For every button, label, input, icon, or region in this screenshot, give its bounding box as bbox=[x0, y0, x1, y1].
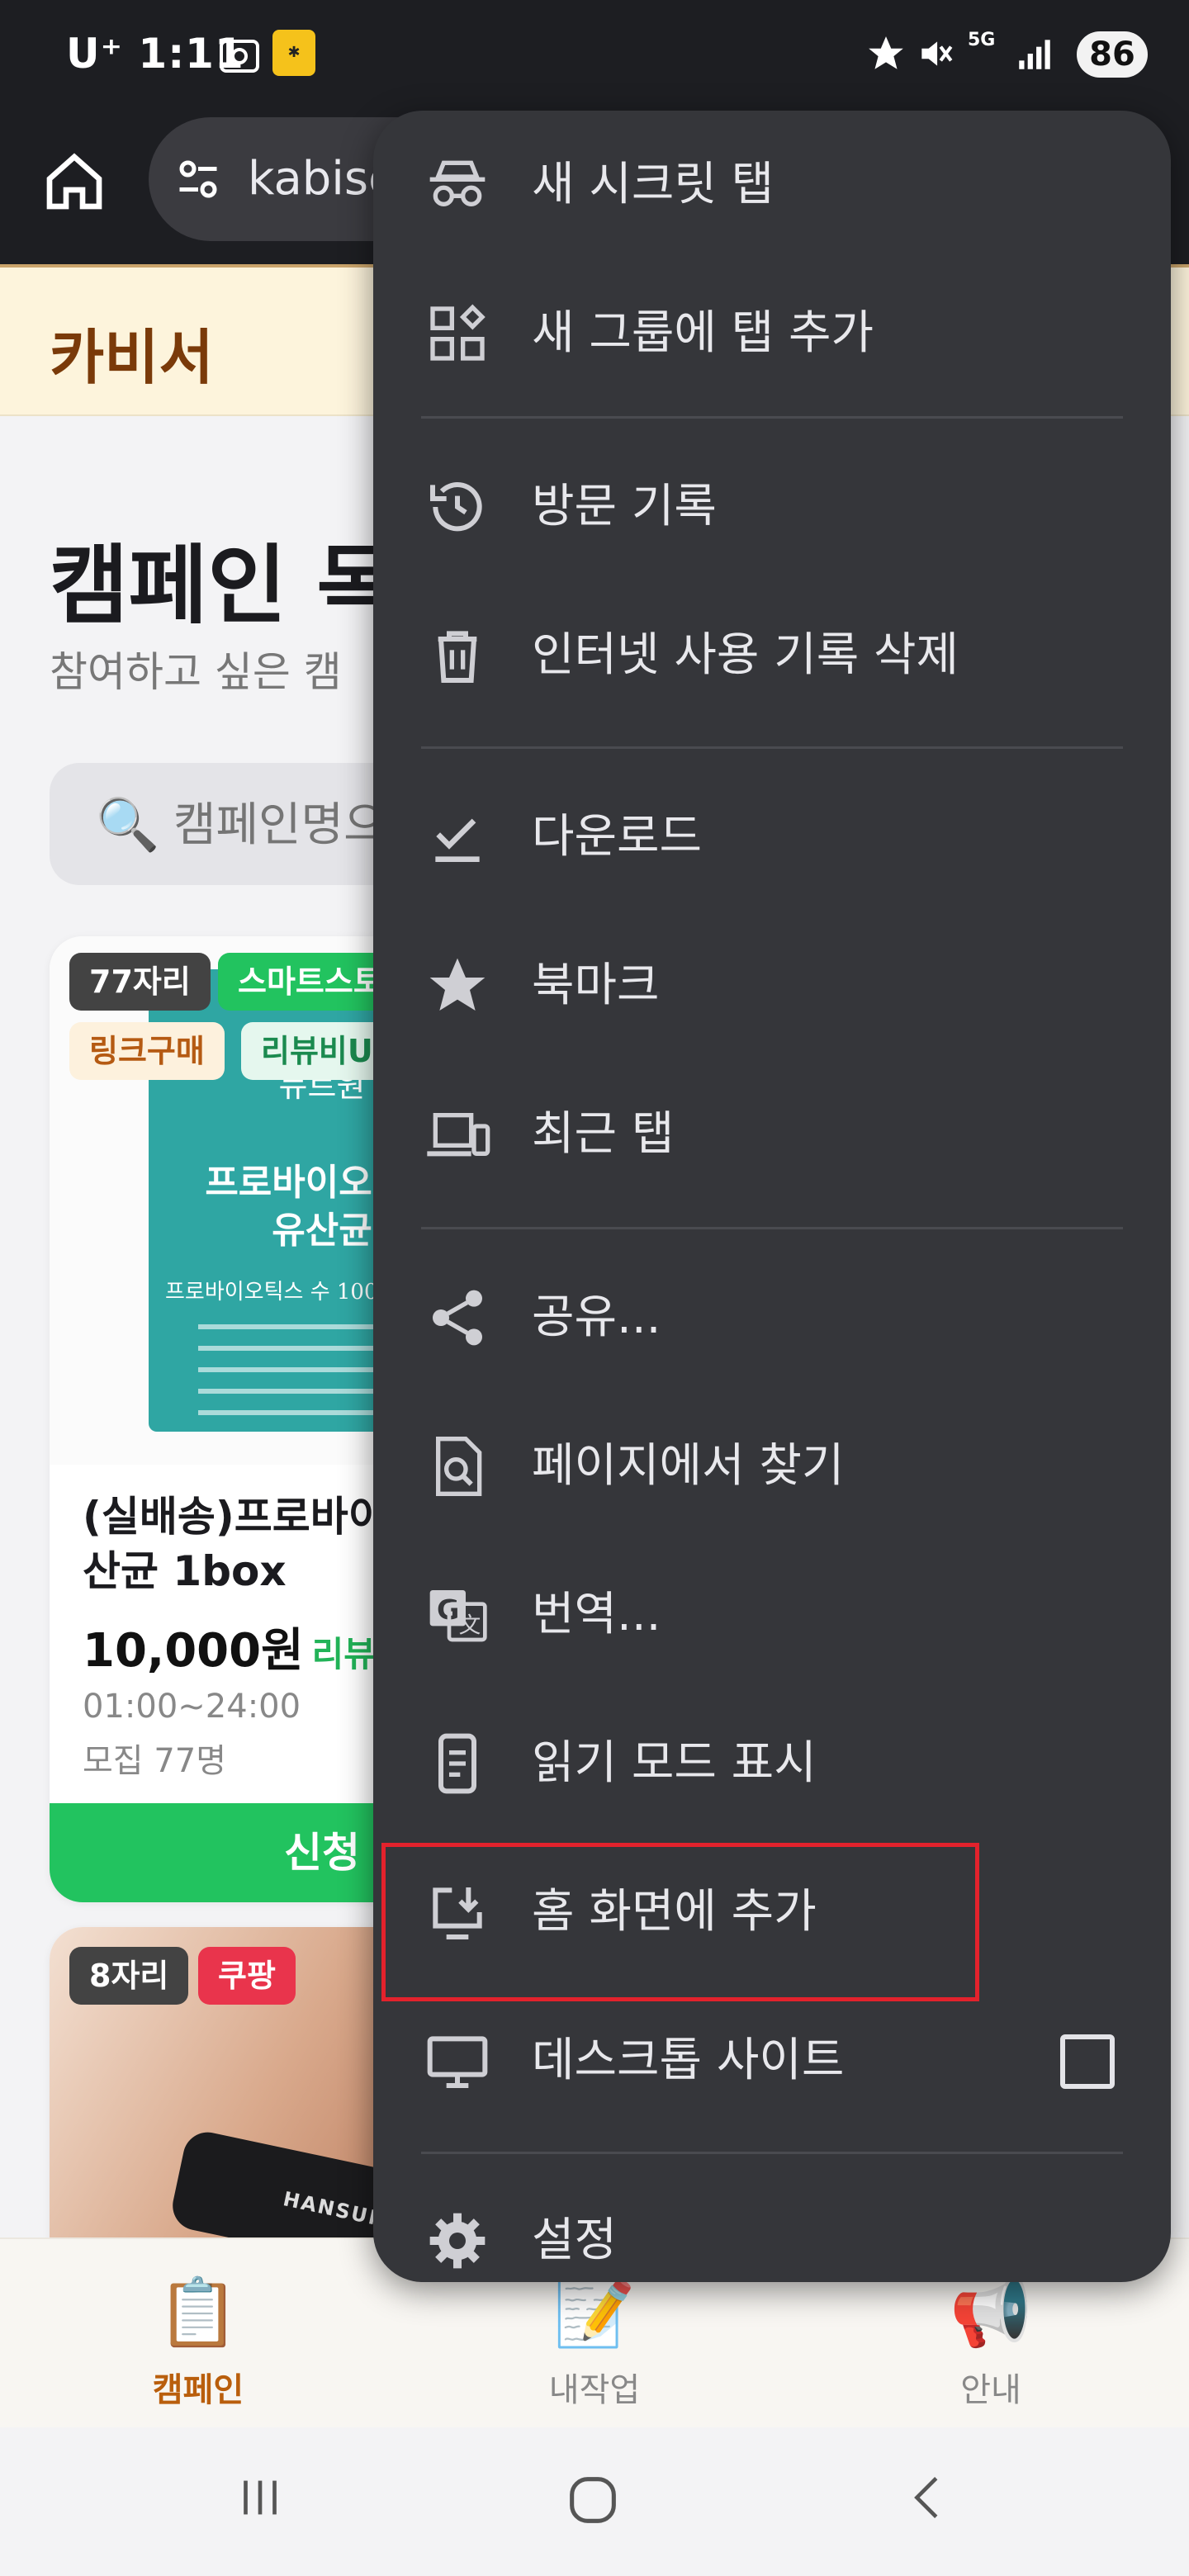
settings-icon bbox=[424, 2208, 490, 2274]
menu-divider bbox=[421, 2152, 1123, 2154]
menu-find-in-page[interactable]: 페이지에서 찾기 bbox=[373, 1392, 1171, 1541]
menu-bookmarks[interactable]: 북마크 bbox=[373, 912, 1171, 1060]
history-icon bbox=[424, 474, 490, 540]
nav-label: 내작업 bbox=[548, 2371, 641, 2409]
recents-icon bbox=[244, 2480, 277, 2515]
menu-label: 다운로드 bbox=[532, 810, 703, 864]
product-price: 10,000원 리뷰비 bbox=[83, 1613, 408, 1680]
megaphone-icon: 📢 bbox=[950, 2274, 1032, 2351]
home-button[interactable] bbox=[41, 149, 107, 215]
menu-divider bbox=[421, 746, 1123, 749]
recent-apps-button[interactable] bbox=[231, 2469, 289, 2530]
menu-history[interactable]: 방문 기록 bbox=[373, 433, 1171, 581]
site-settings-icon[interactable] bbox=[173, 154, 223, 207]
find-in-page-icon bbox=[424, 1433, 490, 1499]
svg-text:文: 文 bbox=[459, 1613, 481, 1639]
menu-share[interactable]: 공유... bbox=[373, 1243, 1171, 1392]
nav-label: 캠페인 bbox=[152, 2371, 244, 2409]
menu-desktop-site[interactable]: 데스크톱 사이트 bbox=[373, 1986, 1171, 2135]
home-icon bbox=[46, 153, 102, 210]
coupang-tag: 쿠팡 bbox=[198, 1947, 296, 2005]
menu-label: 데스크톱 사이트 bbox=[532, 2034, 845, 2087]
star-status-icon bbox=[865, 33, 907, 78]
menu-label: 최근 탭 bbox=[532, 1107, 675, 1161]
network-5g-icon: 5G bbox=[968, 30, 996, 50]
menu-downloads[interactable]: 다운로드 bbox=[373, 763, 1171, 912]
menu-clear-browsing-data[interactable]: 인터넷 사용 기록 삭제 bbox=[373, 581, 1171, 730]
memo-icon: 📝 bbox=[553, 2274, 636, 2351]
home-circle-icon bbox=[570, 2477, 616, 2523]
trash-icon bbox=[424, 623, 490, 689]
mute-icon bbox=[915, 33, 956, 78]
menu-label: 공유... bbox=[532, 1290, 661, 1344]
campaign-recruit: 모집 77명 bbox=[83, 1742, 227, 1780]
seats-tag: 8자리 bbox=[69, 1947, 189, 2005]
site-logo[interactable]: 카비서 bbox=[50, 309, 214, 395]
battery-indicator: 86 bbox=[1077, 31, 1148, 78]
search-icon: 🔍 bbox=[96, 794, 160, 855]
page-title: 캠페인 목 bbox=[50, 535, 396, 636]
home-system-button[interactable] bbox=[561, 2469, 624, 2535]
share-icon bbox=[424, 1285, 490, 1351]
desktop-site-checkbox[interactable] bbox=[1060, 2034, 1115, 2089]
reader-mode-icon bbox=[424, 1731, 490, 1797]
menu-label: 북마크 bbox=[532, 959, 660, 1012]
page-subtitle: 참여하고 싶은 캠 bbox=[50, 648, 342, 696]
link-purchase-tag: 링크구매 bbox=[69, 1022, 225, 1080]
menu-label: 페이지에서 찾기 bbox=[532, 1439, 845, 1493]
screenshot-icon bbox=[216, 33, 263, 83]
menu-settings[interactable]: 설정 bbox=[373, 2166, 1171, 2282]
signal-icon bbox=[1014, 33, 1055, 78]
menu-label: 인터넷 사용 기록 삭제 bbox=[532, 628, 959, 682]
price-value: 10,000원 bbox=[83, 1624, 304, 1678]
star-icon bbox=[424, 953, 490, 1019]
menu-label: 새 그룹에 탭 추가 bbox=[532, 306, 874, 360]
menu-new-incognito-tab[interactable]: 새 시크릿 탭 bbox=[373, 111, 1171, 259]
clipboard-icon: 📋 bbox=[157, 2274, 239, 2351]
back-icon bbox=[914, 2477, 938, 2518]
desktop-icon bbox=[424, 2028, 490, 2094]
devices-icon bbox=[424, 1101, 490, 1167]
nav-label: 안내 bbox=[960, 2371, 1021, 2409]
download-check-icon bbox=[424, 804, 490, 870]
translate-icon: G文 bbox=[424, 1582, 490, 1648]
nav-campaign[interactable]: 📋 캠페인 bbox=[0, 2239, 396, 2429]
menu-recent-tabs[interactable]: 최근 탭 bbox=[373, 1060, 1171, 1209]
menu-divider bbox=[421, 416, 1123, 419]
status-bar: U⁺ 1:11 ✱ 5G 86 bbox=[0, 0, 1189, 116]
menu-label: 방문 기록 bbox=[532, 480, 717, 533]
app-badge-icon: ✱ bbox=[272, 30, 315, 76]
highlight-box bbox=[381, 1843, 979, 2001]
box-subtitle: 프로바이오틱스 수 100억 bbox=[165, 1280, 398, 1305]
menu-label: 읽기 모드 표시 bbox=[532, 1736, 817, 1790]
menu-add-tab-to-group[interactable]: 새 그룹에 탭 추가 bbox=[373, 259, 1171, 408]
menu-reader-mode[interactable]: 읽기 모드 표시 bbox=[373, 1689, 1171, 1838]
menu-label: 번역... bbox=[532, 1588, 661, 1641]
seats-tag: 77자리 bbox=[69, 953, 211, 1011]
incognito-icon bbox=[424, 152, 490, 218]
menu-label: 새 시크릿 탭 bbox=[532, 158, 775, 211]
system-navigation bbox=[0, 2427, 1189, 2576]
menu-label: 설정 bbox=[532, 2214, 618, 2267]
review-fee-tag: 리뷰비U bbox=[241, 1022, 393, 1080]
menu-divider bbox=[421, 1227, 1123, 1229]
tab-group-add-icon bbox=[424, 301, 490, 367]
menu-translate[interactable]: G文 번역... bbox=[373, 1541, 1171, 1689]
back-button[interactable] bbox=[900, 2469, 958, 2530]
campaign-time: 01:00~24:00 bbox=[83, 1688, 301, 1726]
